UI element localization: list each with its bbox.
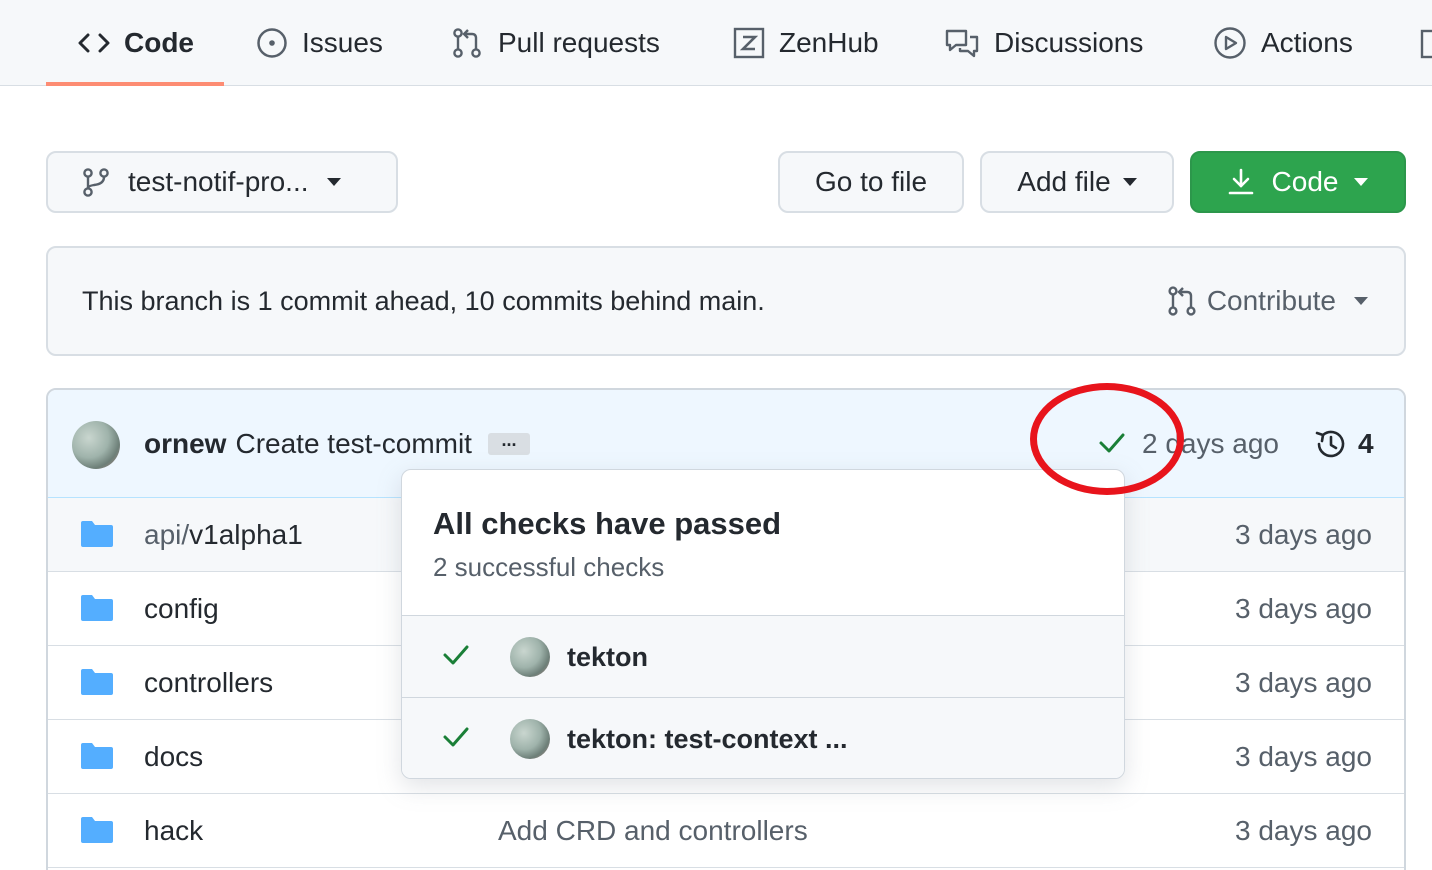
branch-status-text: This branch is 1 commit ahead, 10 commit…	[82, 285, 765, 316]
commit-message[interactable]: Create test-commit	[235, 428, 472, 460]
file-commit-message[interactable]: Add CRD and controllers	[498, 794, 808, 868]
check-icon	[442, 726, 470, 748]
file-time: 3 days ago	[1235, 741, 1372, 772]
commit-expand-button[interactable]: ...	[487, 431, 530, 455]
checks-popover: All checks have passed 2 successful chec…	[401, 469, 1125, 779]
avatar	[510, 719, 550, 759]
folder-icon	[80, 816, 114, 849]
tab-pull-requests[interactable]: Pull requests	[450, 0, 660, 86]
table-row: hack Add CRD and controllers 3 days ago	[48, 794, 1404, 868]
check-status-icon[interactable]	[1098, 432, 1126, 454]
git-pull-request-icon	[450, 26, 484, 60]
check-name: tekton: test-context ...	[567, 723, 848, 754]
comment-discussion-icon	[944, 27, 980, 59]
branch-status-box: This branch is 1 commit ahead, 10 commit…	[46, 246, 1406, 356]
play-icon	[1213, 26, 1247, 60]
file-time: 3 days ago	[1235, 815, 1372, 846]
checks-subtitle: 2 successful checks	[433, 552, 665, 582]
chevron-down-icon	[326, 178, 341, 186]
repo-nav: Code Issues Pull requests ZenHub Discuss…	[0, 0, 1432, 86]
avatar	[510, 637, 550, 677]
history-icon	[1314, 427, 1348, 461]
chevron-down-icon	[1122, 178, 1137, 186]
code-download-button[interactable]: Code	[1190, 151, 1406, 213]
file-name[interactable]: api/v1alpha1	[144, 498, 303, 572]
tab-code[interactable]: Code	[78, 0, 194, 86]
folder-icon	[80, 742, 114, 775]
chevron-down-icon	[1354, 297, 1368, 305]
commit-history-link[interactable]: 4	[1314, 390, 1374, 498]
checks-title: All checks have passed	[433, 506, 782, 541]
active-tab-indicator	[46, 82, 224, 86]
project-icon	[1420, 27, 1432, 59]
tab-label: Code	[124, 27, 194, 58]
file-name[interactable]: config	[144, 572, 219, 646]
commit-count: 4	[1358, 428, 1374, 459]
contribute-label: Contribute	[1206, 285, 1336, 316]
branch-name: test-notif-pro...	[128, 166, 309, 197]
file-time: 3 days ago	[1235, 593, 1372, 624]
tab-label: ZenHub	[779, 27, 879, 58]
tab-issues[interactable]: Issues	[256, 0, 383, 86]
file-time: 3 days ago	[1235, 519, 1372, 550]
file-name[interactable]: hack	[144, 794, 203, 868]
go-to-file-label: Go to file	[814, 166, 928, 197]
tab-zenhub[interactable]: ZenHub	[733, 0, 879, 86]
folder-icon	[80, 668, 114, 701]
tab-label: Discussions	[994, 27, 1144, 58]
tab-overflow[interactable]	[1420, 0, 1432, 86]
add-file-label: Add file	[1017, 166, 1111, 197]
contribute-button[interactable]: Contribute	[1167, 248, 1368, 354]
download-icon	[1228, 168, 1254, 196]
git-pull-request-icon	[1167, 285, 1197, 317]
file-time: 3 days ago	[1235, 667, 1372, 698]
go-to-file-button[interactable]: Go to file	[778, 151, 964, 213]
check-icon	[442, 644, 470, 666]
avatar[interactable]	[72, 421, 120, 469]
tab-actions[interactable]: Actions	[1213, 0, 1353, 86]
git-branch-icon	[82, 167, 110, 197]
folder-icon	[80, 520, 114, 553]
issue-opened-icon	[256, 27, 288, 59]
checks-popover-header: All checks have passed 2 successful chec…	[402, 470, 1124, 616]
commit-time[interactable]: 2 days ago	[1142, 390, 1279, 498]
check-name: tekton	[567, 641, 648, 672]
chevron-down-icon	[1354, 178, 1369, 186]
add-file-button[interactable]: Add file	[980, 151, 1174, 213]
tab-label: Issues	[302, 27, 383, 58]
tab-label: Actions	[1261, 27, 1353, 58]
code-icon	[78, 31, 110, 55]
folder-icon	[80, 594, 114, 627]
file-name[interactable]: docs	[144, 720, 203, 794]
branch-select-button[interactable]: test-notif-pro...	[46, 151, 398, 213]
tab-discussions[interactable]: Discussions	[944, 0, 1143, 86]
check-run-item[interactable]: tekton	[402, 616, 1124, 698]
file-name[interactable]: controllers	[144, 646, 273, 720]
commit-author[interactable]: ornew	[144, 428, 226, 460]
zenhub-icon	[733, 27, 765, 59]
tab-label: Pull requests	[498, 27, 660, 58]
code-button-label: Code	[1271, 166, 1339, 197]
check-run-item[interactable]: tekton: test-context ...	[402, 698, 1124, 778]
